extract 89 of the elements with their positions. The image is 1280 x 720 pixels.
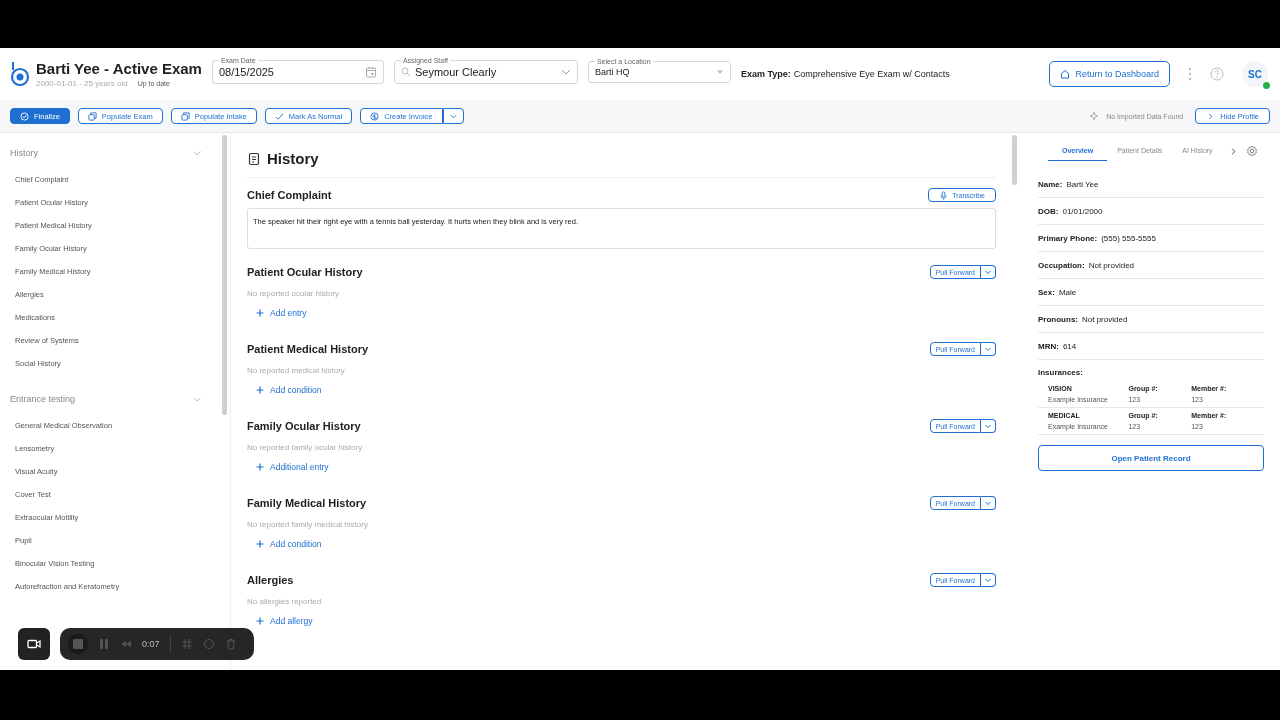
chevron-down-icon (984, 499, 992, 507)
copy-icon (87, 111, 97, 121)
camera-button[interactable] (18, 628, 50, 660)
plus-icon (256, 309, 264, 317)
settings-icon[interactable] (1245, 145, 1258, 157)
group-title: History (10, 148, 38, 158)
chevron-down-icon (984, 345, 992, 353)
stop-button[interactable] (68, 634, 88, 654)
pause-icon[interactable] (98, 638, 110, 650)
location-value[interactable]: Barti HQ (594, 64, 712, 79)
add-link[interactable]: Add condition (256, 539, 322, 549)
section-title: Patient Ocular History (247, 266, 363, 278)
page-title: Barti Yee - Active Exam (36, 60, 202, 77)
more-icon[interactable] (1188, 67, 1192, 81)
home-icon (1060, 69, 1071, 79)
scrollbar-thumb[interactable] (222, 135, 227, 415)
plus-icon (256, 463, 264, 471)
field-value: Not provided (1082, 314, 1128, 324)
sidebar-group-header[interactable]: Entrance testing (10, 379, 212, 414)
date-value[interactable]: 08/15/2025 (218, 63, 361, 80)
section-heading: History (267, 150, 319, 167)
document-icon (247, 151, 261, 166)
scrollbar-thumb[interactable] (1012, 135, 1017, 185)
field-value: 01/01/2000 (1062, 206, 1103, 216)
copy-icon (180, 111, 190, 121)
section-title: Family Medical History (247, 497, 367, 509)
empty-message: No reported medical history (247, 366, 346, 375)
field-value: (555) 555-5555 (1101, 233, 1156, 243)
circle-icon[interactable] (202, 638, 215, 650)
group-title: Entrance testing (10, 394, 76, 404)
sidebar-group-header[interactable]: History (10, 133, 212, 168)
video-camera-icon (27, 637, 41, 651)
trash-icon[interactable] (224, 638, 237, 650)
exam-type-value: Comprehensive Eye Exam w/ Contacts (793, 69, 950, 79)
open-patient-record-button[interactable]: Open Patient Record (1038, 445, 1264, 471)
section-title: Patient Medical History (247, 343, 369, 355)
empty-message: No reported ocular history (247, 289, 341, 298)
section-title: Family Ocular History (247, 420, 361, 432)
field-label: Name: (1038, 179, 1063, 189)
calendar-icon (364, 65, 377, 78)
plus-icon (256, 617, 264, 625)
field-value: Not provided (1088, 260, 1135, 270)
microphone-icon (939, 190, 949, 200)
empty-message: No allergies reported (247, 597, 323, 606)
rewind-icon[interactable] (120, 638, 132, 650)
dropdown-button[interactable] (981, 496, 996, 510)
chevron-down-icon (984, 422, 992, 430)
dropdown-button[interactable] (981, 419, 996, 433)
dollar-icon (370, 111, 380, 121)
dropdown-button[interactable] (981, 573, 996, 587)
check-circle-icon (20, 111, 29, 121)
patient-age: 2000-01-01 - 25 years old (36, 79, 128, 88)
field-value: Barti Yee (1066, 179, 1099, 189)
empty-message: No reported family ocular history (247, 443, 364, 452)
user-avatar[interactable]: SC (1242, 61, 1268, 87)
add-link[interactable]: Add condition (256, 385, 322, 395)
section-title: Chief Complaint (247, 189, 332, 201)
chevron-right-icon (1206, 111, 1216, 121)
dropdown-button[interactable] (981, 265, 996, 279)
return-to-dashboard-button[interactable]: Return to Dashboard (1049, 61, 1170, 87)
chevron-down-icon (984, 268, 992, 276)
grid-icon[interactable] (180, 638, 193, 650)
field-value: 614 (1062, 341, 1077, 351)
dropdown-button[interactable] (442, 108, 464, 124)
exam-type-label: Exam Type: (740, 69, 791, 79)
add-link[interactable]: Additional entry (256, 462, 329, 472)
logo-icon (10, 61, 30, 87)
help-icon[interactable] (1210, 67, 1224, 81)
sparkle-icon (1090, 111, 1101, 121)
insurances-label: Insurances: (1038, 367, 1084, 379)
field-label: Primary Phone: (1038, 233, 1098, 243)
plus-icon (256, 540, 264, 548)
add-link[interactable]: Add entry (256, 308, 307, 318)
field-label: MRN: (1038, 341, 1059, 351)
empty-message: No reported family medical history (247, 520, 369, 529)
field-label: DOB: (1038, 206, 1059, 216)
search-icon (400, 66, 411, 77)
plus-icon (256, 386, 264, 394)
add-link[interactable]: Add allergy (256, 616, 313, 626)
recording-time: 0:07 (142, 639, 160, 649)
chevron-down-icon (984, 576, 992, 584)
field-label: Pronouns: (1038, 314, 1078, 324)
field-label: Occupation: (1038, 260, 1085, 270)
stop-icon (72, 638, 84, 650)
section-title: Allergies (247, 574, 294, 586)
check-icon (274, 111, 284, 121)
field-value: Male (1058, 287, 1077, 297)
dropdown-button[interactable] (981, 342, 996, 356)
field-label: Sex: (1038, 287, 1055, 297)
